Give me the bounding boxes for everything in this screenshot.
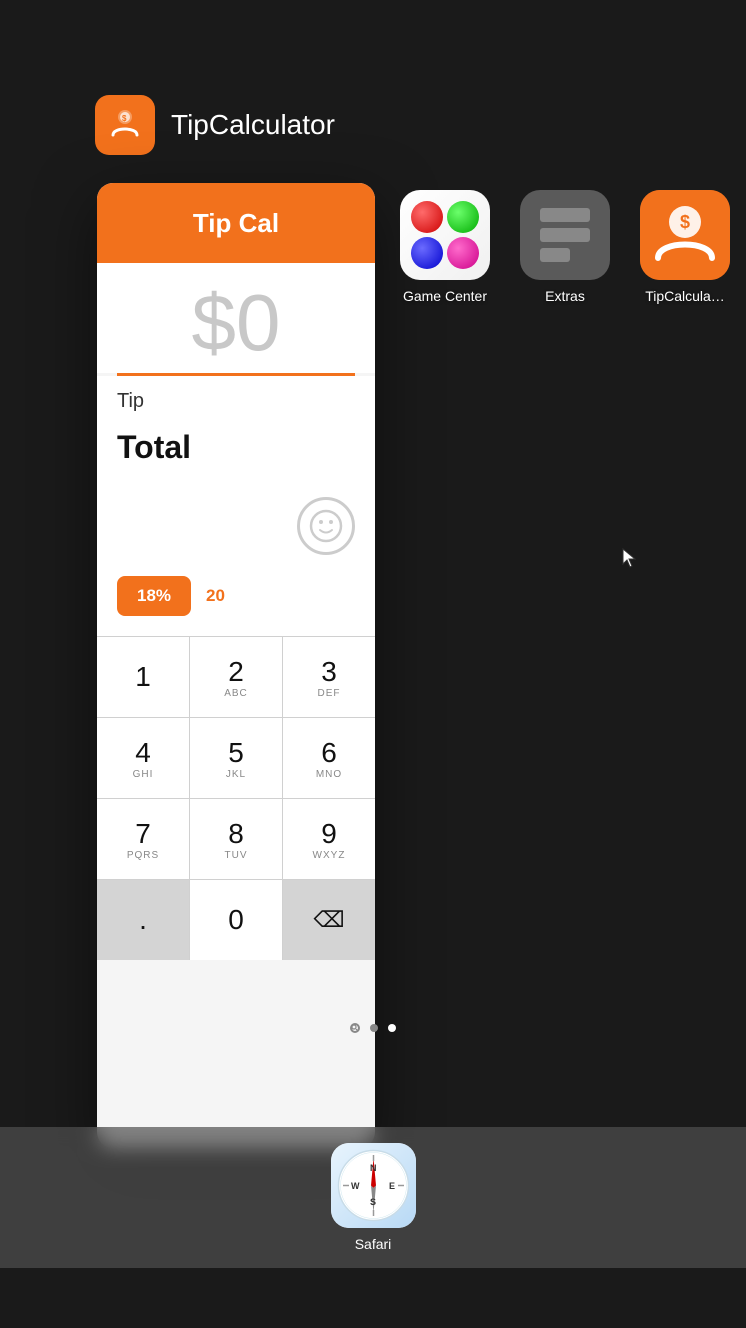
page-dot-1 [370,1024,378,1032]
safari-icon: N E S W [331,1143,416,1228]
total-label: Total [117,429,191,465]
extras-label: Extras [545,288,585,304]
safari-dock-item[interactable]: N E S W Safari [331,1143,416,1252]
extras-icon-box [520,190,610,280]
smiley-icon [297,497,355,555]
svg-text:E: E [389,1181,395,1191]
numpad-6[interactable]: 6 MNO [283,718,375,798]
tipcalculator-icon-svg: $ [640,190,730,280]
numpad: 1 2 ABC 3 DEF 4 GHI 5 JKL 6 [97,636,375,960]
numpad-8[interactable]: 8 TUV [190,799,283,879]
svg-text:N: N [370,1163,377,1173]
numpad-3[interactable]: 3 DEF [283,637,375,717]
page-dot-2-active [388,1024,396,1032]
tip-calc-header-title: Tip Cal [193,208,279,239]
numpad-1[interactable]: 1 [97,637,190,717]
numpad-9[interactable]: 9 WXYZ [283,799,375,879]
safari-icon-box: N E S W [331,1143,416,1228]
numpad-2[interactable]: 2 ABC [190,637,283,717]
app-label-title: TipCalculator [171,109,335,141]
total-label-row: Total [97,421,375,486]
tip-calc-header: Tip Cal [97,183,375,263]
tip-pct-18-button[interactable]: 18% [117,576,191,616]
tip-calc-dollar-amount: $0 [117,283,355,363]
extras-icon-content [524,192,606,278]
gc-ball-blue [411,237,443,269]
tipcalculator-card[interactable]: Tip Cal $0 Tip Total 18% 20 [97,183,375,1148]
gc-ball-pink [447,237,479,269]
extras-icon-item[interactable]: Extras [520,190,610,304]
smiley-area [97,486,375,566]
numpad-row-1: 1 2 ABC 3 DEF [97,636,375,717]
numpad-7[interactable]: 7 PQRS [97,799,190,879]
svg-text:$: $ [122,114,127,123]
numpad-4[interactable]: 4 GHI [97,718,190,798]
game-center-label: Game Center [403,288,487,304]
home-icons-row: Game Center Extras $ TipCalcula… [400,190,730,304]
tipcalculator-small-label: TipCalcula… [645,288,725,304]
game-center-balls [403,193,487,277]
gc-ball-red [411,201,443,233]
tip-label: Tip [117,390,144,412]
safari-label: Safari [355,1236,392,1252]
numpad-0[interactable]: 0 [190,880,283,960]
tip-calc-amount-area: $0 [97,263,375,373]
tip-pct-20-button[interactable]: 20 [201,576,230,616]
numpad-row-2: 4 GHI 5 JKL 6 MNO [97,717,375,798]
svg-text:$: $ [680,212,690,232]
tip-label-row: Tip [97,376,375,421]
svg-text:S: S [370,1197,376,1207]
numpad-row-4: . 0 ⌫ [97,879,375,960]
tipcalculator-icon-box: $ [640,190,730,280]
dock: N E S W Safari [0,1127,746,1268]
numpad-row-3: 7 PQRS 8 TUV 9 WXYZ [97,798,375,879]
numpad-5[interactable]: 5 JKL [190,718,283,798]
app-label-bar: $ TipCalculator [95,95,335,155]
tip-pct-row: 18% 20 [97,566,375,636]
gc-ball-green [447,201,479,233]
tipcalculator-icon-item[interactable]: $ TipCalcula… [640,190,730,304]
game-center-icon-box [400,190,490,280]
numpad-dot[interactable]: . [97,880,190,960]
svg-text:W: W [351,1181,360,1191]
tipcalculator-app-icon-large: $ [95,95,155,155]
page-dots [0,1023,746,1033]
numpad-backspace[interactable]: ⌫ [283,880,375,960]
game-center-icon-item[interactable]: Game Center [400,190,490,304]
page-dot-search [350,1023,360,1033]
